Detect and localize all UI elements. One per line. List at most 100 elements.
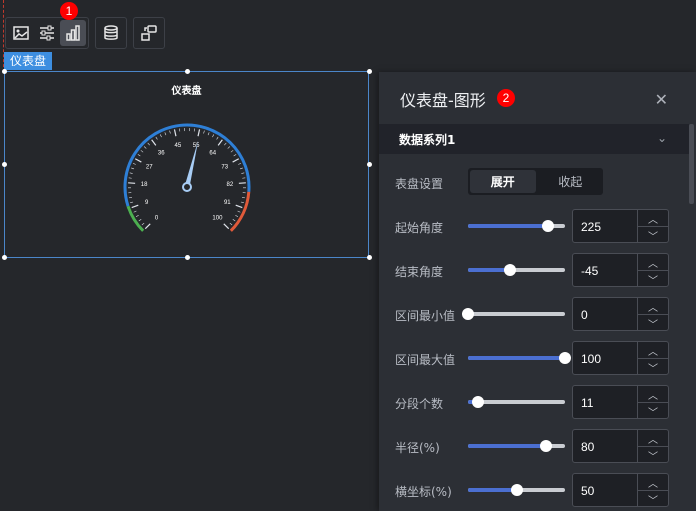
stepper[interactable]: ︿ ﹀: [637, 298, 668, 331]
image-icon[interactable]: [8, 20, 34, 46]
major-tick: [197, 129, 201, 137]
slider-knob[interactable]: [510, 484, 523, 496]
minor-tick: [137, 154, 141, 157]
minor-tick: [212, 134, 215, 138]
number-field[interactable]: [573, 430, 643, 464]
stepper[interactable]: ︿ ﹀: [637, 430, 668, 463]
gauge-chart: 0918273645 5564738291100: [123, 123, 251, 232]
chevron-down-icon[interactable]: ﹀: [638, 491, 668, 507]
setting-label: 起始角度: [395, 221, 444, 235]
slider-knob[interactable]: [471, 396, 484, 408]
major-tick: [151, 139, 157, 146]
link-icon[interactable]: [133, 17, 165, 49]
tick-label: 64: [209, 151, 216, 157]
minor-tick: [216, 136, 219, 140]
stepper[interactable]: ︿ ﹀: [637, 474, 668, 507]
section-header[interactable]: 数据系列1 ⌄: [379, 124, 689, 154]
chevron-up-icon[interactable]: ︿: [638, 342, 668, 359]
chevron-down-icon[interactable]: ﹀: [638, 447, 668, 463]
sliders-icon[interactable]: [34, 20, 60, 46]
slider-fill: [468, 224, 548, 228]
setting-slider[interactable]: [468, 484, 565, 496]
minor-tick: [239, 167, 243, 170]
number-field[interactable]: [573, 386, 643, 420]
database-icon[interactable]: [95, 17, 127, 49]
stepper[interactable]: ︿ ﹀: [637, 386, 668, 419]
bar-chart-icon[interactable]: [60, 20, 86, 46]
toggle-expand[interactable]: 展开: [470, 170, 536, 193]
slider-knob[interactable]: [503, 264, 516, 276]
slider-knob[interactable]: [539, 440, 552, 452]
resize-handle[interactable]: [185, 69, 190, 74]
gauge-band-low: [126, 205, 145, 232]
chevron-down-icon[interactable]: ⌄: [657, 131, 667, 145]
setting-row: 区间最大值 ︿﹀: [379, 341, 689, 376]
number-field[interactable]: [573, 210, 643, 244]
chevron-down-icon[interactable]: ﹀: [638, 271, 668, 287]
number-input[interactable]: ︿﹀: [572, 473, 669, 508]
minor-tick: [147, 142, 150, 146]
scrollbar[interactable]: [689, 124, 694, 204]
chevron-down-icon[interactable]: ﹀: [638, 359, 668, 375]
setting-slider[interactable]: [468, 264, 565, 276]
chevron-down-icon[interactable]: ﹀: [638, 403, 668, 419]
minor-tick: [131, 167, 135, 170]
number-field[interactable]: [573, 298, 643, 332]
slider-fill: [468, 444, 546, 448]
number-input[interactable]: ︿﹀: [572, 385, 669, 420]
number-input[interactable]: ︿﹀: [572, 297, 669, 332]
chevron-up-icon[interactable]: ︿: [638, 430, 668, 447]
number-input[interactable]: ︿﹀: [572, 429, 669, 464]
chevron-up-icon[interactable]: ︿: [638, 386, 668, 403]
resize-handle[interactable]: [2, 69, 7, 74]
setting-row: 起始角度 ︿﹀: [379, 209, 689, 244]
number-field[interactable]: [573, 474, 643, 508]
tick-label: 18: [141, 182, 148, 188]
setting-slider[interactable]: [468, 396, 565, 408]
toggle-collapse[interactable]: 收起: [538, 168, 604, 195]
minor-tick: [155, 136, 158, 140]
widget-tag[interactable]: 仪表盘: [4, 52, 53, 70]
panel-title: 仪表盘-图形: [400, 91, 486, 110]
close-icon[interactable]: ✕: [655, 90, 668, 109]
setting-label: 分段个数: [395, 397, 444, 411]
step-badge-1: 1: [60, 2, 78, 20]
number-input[interactable]: ︿﹀: [572, 341, 669, 376]
stepper[interactable]: ︿ ﹀: [637, 342, 668, 375]
resize-handle[interactable]: [2, 162, 7, 167]
property-panel: 仪表盘-图形 2 ✕ 数据系列1 ⌄ 表盘设置 展开 收起 起始角度︿﹀结束角度…: [379, 72, 696, 511]
stepper[interactable]: ︿ ﹀: [637, 210, 668, 243]
number-field[interactable]: [573, 342, 643, 376]
setting-slider[interactable]: [462, 308, 565, 320]
chevron-up-icon[interactable]: ︿: [638, 254, 668, 271]
resize-handle[interactable]: [367, 162, 372, 167]
resize-handle[interactable]: [185, 255, 190, 260]
section-label: 数据系列1: [399, 133, 456, 147]
chevron-up-icon[interactable]: ︿: [638, 298, 668, 315]
resize-handle[interactable]: [367, 255, 372, 260]
chevron-up-icon[interactable]: ︿: [638, 210, 668, 227]
dial-toggle[interactable]: 展开 收起: [468, 168, 603, 195]
resize-handle[interactable]: [367, 69, 372, 74]
chevron-down-icon[interactable]: ﹀: [638, 315, 668, 331]
slider-knob[interactable]: [541, 220, 554, 232]
gauge-hub: [182, 182, 192, 192]
stepper[interactable]: ︿ ﹀: [637, 254, 668, 287]
slider-fill: [468, 488, 517, 492]
setting-slider[interactable]: [468, 440, 565, 452]
slider-knob[interactable]: [559, 352, 571, 364]
setting-row: 区间最小值 ︿﹀: [379, 297, 689, 332]
chevron-down-icon[interactable]: ﹀: [638, 227, 668, 243]
resize-handle[interactable]: [2, 255, 7, 260]
minor-tick: [132, 162, 136, 165]
chevron-up-icon[interactable]: ︿: [638, 474, 668, 491]
number-field[interactable]: [573, 254, 643, 288]
minor-tick: [138, 219, 142, 222]
slider-knob[interactable]: [462, 308, 474, 320]
minor-tick: [238, 162, 242, 165]
gauge-widget[interactable]: 仪表盘 0 9 18 27 36 45 55 64 73 82 91 100: [2, 69, 372, 260]
setting-slider[interactable]: [468, 352, 571, 364]
setting-slider[interactable]: [468, 220, 565, 232]
number-input[interactable]: ︿﹀: [572, 253, 669, 288]
number-input[interactable]: ︿﹀: [572, 209, 669, 244]
